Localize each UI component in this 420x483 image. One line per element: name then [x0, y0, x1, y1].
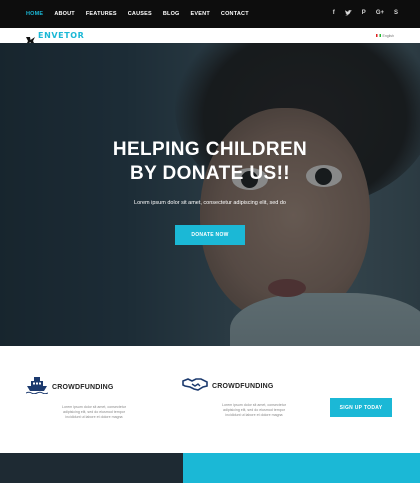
- feature-desc-line: incididunt ut labore et dolore magna: [65, 415, 123, 419]
- feature-description: Lorem ipsum dolor sit amet, consectetur …: [199, 403, 309, 418]
- hero-title-line2: BY DONATE US!!: [129, 163, 291, 184]
- hero-banner: HELPING CHILDREN BY DONATE US!! Lorem ip…: [0, 43, 420, 346]
- twitter-icon[interactable]: [344, 10, 352, 18]
- feature-card: CROWDFUNDING Lorem ipsum dolor sit amet,…: [182, 376, 309, 418]
- feature-header: CROWDFUNDING: [182, 376, 309, 397]
- skype-icon[interactable]: S: [394, 10, 398, 18]
- nav-blog[interactable]: BLOG: [163, 11, 180, 17]
- top-navbar: HOME ABOUT FEATURES CAUSES BLOG EVENT CO…: [0, 0, 420, 28]
- brand-name: ENVETOR: [38, 31, 85, 40]
- brand-bar: ENVETOR English: [0, 28, 420, 45]
- nav-event[interactable]: EVENT: [191, 11, 210, 17]
- main-nav: HOME ABOUT FEATURES CAUSES BLOG EVENT CO…: [26, 11, 249, 17]
- handshake-icon: [182, 376, 208, 397]
- pinterest-icon[interactable]: P: [362, 10, 366, 18]
- features-section: CROWDFUNDING Lorem ipsum dolor sit amet,…: [0, 346, 420, 453]
- facebook-icon[interactable]: f: [333, 10, 335, 18]
- feature-title: CROWDFUNDING: [52, 384, 114, 391]
- feature-card: CROWDFUNDING Lorem ipsum dolor sit amet,…: [25, 376, 149, 420]
- logo-mark-icon: [26, 32, 35, 45]
- nav-causes[interactable]: CAUSES: [128, 11, 152, 17]
- language-selector[interactable]: English: [375, 33, 394, 38]
- bottom-section-accent: [183, 453, 420, 483]
- social-links: f P G+ S: [333, 10, 398, 18]
- feature-desc-line: incididunt ut labore et dolore magna: [225, 413, 283, 417]
- hero-title-line1: HELPING CHILDREN: [112, 139, 308, 160]
- nav-features[interactable]: FEATURES: [86, 11, 117, 17]
- google-plus-icon[interactable]: G+: [376, 10, 384, 18]
- sign-up-today-button[interactable]: SIGN UP TODAY: [330, 398, 392, 417]
- logo[interactable]: ENVETOR: [26, 31, 85, 45]
- donate-now-button[interactable]: DONATE NOW: [175, 225, 245, 245]
- nav-home[interactable]: HOME: [26, 11, 43, 17]
- hero-content: HELPING CHILDREN BY DONATE US!! Lorem ip…: [0, 43, 420, 346]
- nav-contact[interactable]: CONTACT: [221, 11, 249, 17]
- feature-header: CROWDFUNDING: [25, 376, 149, 399]
- nav-about[interactable]: ABOUT: [54, 11, 75, 17]
- hero-subtitle: Lorem ipsum dolor sit amet, consectetur …: [134, 200, 286, 206]
- bottom-section-dark: [0, 453, 183, 483]
- flag-icon: [375, 34, 381, 37]
- hero-title: HELPING CHILDREN BY DONATE US!!: [0, 138, 420, 186]
- language-label: English: [382, 33, 394, 38]
- feature-title: CROWDFUNDING: [212, 383, 274, 390]
- feature-description: Lorem ipsum dolor sit amet, consectetur …: [39, 405, 149, 420]
- ship-icon: [25, 376, 49, 399]
